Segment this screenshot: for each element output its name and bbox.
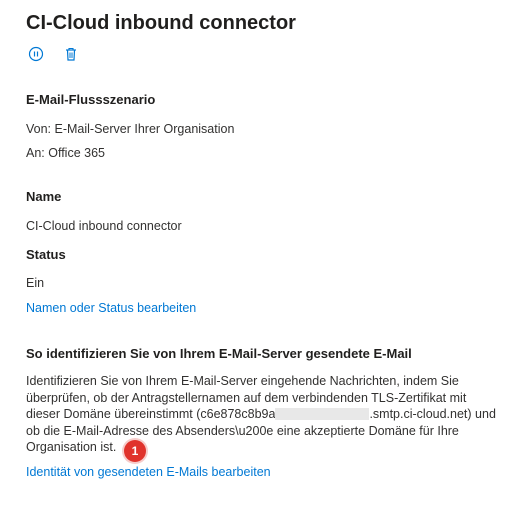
identify-heading: So identifizieren Sie von Ihrem E-Mail-S… [26,346,412,361]
name-heading: Name [26,189,62,204]
status-value: Ein [26,276,45,290]
flow-to: An: Office 365 [26,146,105,160]
trash-icon[interactable] [61,44,81,64]
redacted-block [275,408,370,420]
annotation-badge: 1 [124,440,146,462]
page-title: CI-Cloud inbound connector [26,12,296,34]
identify-description: Identifizieren Sie von Ihrem E-Mail-Serv… [26,373,506,456]
identify-line-3: dieser Domäne übereinstimmt (c6e878c8b9a… [26,406,506,423]
connector-detail-panel: CI-Cloud inbound connector E-Mail-Flusss… [0,0,526,522]
flow-heading: E-Mail-Flussszenario [26,92,156,107]
pause-circle-icon[interactable] [26,44,46,64]
edit-sent-identity-link[interactable]: Identität von gesendeten E-Mails bearbei… [26,465,271,479]
identify-line-1: Identifizieren Sie von Ihrem E-Mail-Serv… [26,374,459,388]
identify-line-3-start: dieser Domäne übereinstimmt (c6e878c8b9a [26,407,276,421]
identify-line-4: ob die E-Mail-Adresse des Absenders\u200… [26,423,459,438]
edit-name-status-link[interactable]: Namen oder Status bearbeiten [26,301,196,315]
flow-from: Von: E-Mail-Server Ihrer Organisation [26,122,235,136]
identify-line-3-end: .smtp.ci-cloud.net) und [369,407,496,421]
identify-line-5: Organisation ist. [26,440,117,454]
identify-line-2: überprüfen, ob der Antragstellernamen au… [26,390,467,405]
status-heading: Status [26,247,66,262]
name-value: CI-Cloud inbound connector [26,219,182,233]
